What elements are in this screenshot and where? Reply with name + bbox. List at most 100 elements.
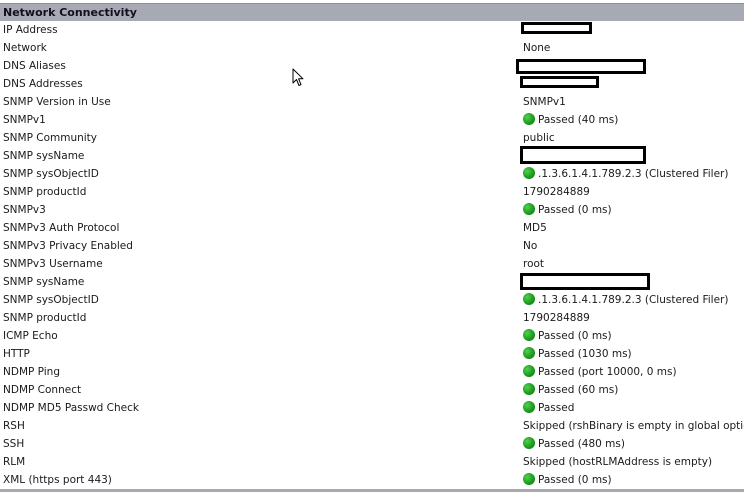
row-value: 1790284889 xyxy=(523,312,590,324)
table-row: Network None xyxy=(0,39,744,57)
row-value-wrap: .1.3.6.1.4.1.789.2.3 (Clustered Filer) xyxy=(523,167,729,180)
row-value: None xyxy=(523,42,551,54)
row-value-wrap: Passed (0 ms) xyxy=(523,329,612,342)
row-value: SNMPv1 xyxy=(523,96,566,108)
row-value-wrap: Passed xyxy=(523,401,575,414)
green-status-dot-icon xyxy=(523,113,535,125)
row-value: Passed (1030 ms) xyxy=(538,348,632,360)
green-status-dot-icon xyxy=(523,473,535,485)
row-value: .1.3.6.1.4.1.789.2.3 (Clustered Filer) xyxy=(538,294,729,306)
row-value-wrap: Passed (0 ms) xyxy=(523,473,612,486)
table-row: SNMPv3 Passed (0 ms) xyxy=(0,201,744,219)
table-row: SNMP sysName xyxy=(0,273,744,291)
row-value: Skipped (hostRLMAddress is empty) xyxy=(523,456,713,468)
green-status-dot-icon xyxy=(523,347,535,359)
row-value: MD5 xyxy=(523,222,547,234)
table-row: DNS Addresses xyxy=(0,75,744,93)
green-status-dot-icon xyxy=(523,293,535,305)
row-value: Passed (40 ms) xyxy=(538,114,619,126)
mouse-pointer-icon xyxy=(292,68,304,86)
row-label: SNMP productId xyxy=(3,186,87,198)
row-value: Passed (0 ms) xyxy=(538,330,612,342)
table-row: SSH Passed (480 ms) xyxy=(0,435,744,453)
row-label: Network xyxy=(3,42,47,54)
row-value-wrap: Passed (40 ms) xyxy=(523,113,619,126)
table-row: RSH Skipped (rshBinary is empty in globa… xyxy=(0,417,744,435)
row-label: SNMP Version in Use xyxy=(3,96,111,108)
section-title: Network Connectivity xyxy=(3,6,137,19)
green-status-dot-icon xyxy=(523,437,535,449)
row-label: ICMP Echo xyxy=(3,330,58,342)
row-label: RSH xyxy=(3,420,25,432)
row-label: SNMPv3 xyxy=(3,204,46,216)
table-row: SNMP Community public xyxy=(0,129,744,147)
row-label: SNMP sysName xyxy=(3,150,85,162)
green-status-dot-icon xyxy=(523,329,535,341)
table-row: ICMP Echo Passed (0 ms) xyxy=(0,327,744,345)
row-value-wrap: Passed (port 10000, 0 ms) xyxy=(523,365,677,378)
redaction-box xyxy=(521,22,592,34)
row-label: SSH xyxy=(3,438,25,450)
row-value: Passed (480 ms) xyxy=(538,438,625,450)
redaction-box xyxy=(516,59,646,74)
row-label: SNMPv3 Auth Protocol xyxy=(3,222,120,234)
row-label: HTTP xyxy=(3,348,30,360)
row-value: 1790284889 xyxy=(523,186,590,198)
row-value: Skipped (rshBinary is empty in global op… xyxy=(523,420,744,432)
row-label: SNMP productId xyxy=(3,312,87,324)
table-row: SNMP productId 1790284889 xyxy=(0,183,744,201)
row-value-wrap: Passed (1030 ms) xyxy=(523,347,632,360)
row-label: IP Address xyxy=(3,24,58,36)
row-value-wrap: .1.3.6.1.4.1.789.2.3 (Clustered Filer) xyxy=(523,293,729,306)
table-row: NDMP MD5 Passwd Check Passed xyxy=(0,399,744,417)
row-label: SNMPv3 Privacy Enabled xyxy=(3,240,133,252)
green-status-dot-icon xyxy=(523,167,535,179)
row-value: .1.3.6.1.4.1.789.2.3 (Clustered Filer) xyxy=(538,168,729,180)
row-value: Passed (0 ms) xyxy=(538,204,612,216)
table-row: IP Address xyxy=(0,21,744,39)
row-label: SNMP Community xyxy=(3,132,98,144)
table-row: SNMPv3 Privacy Enabled No xyxy=(0,237,744,255)
row-label: NDMP MD5 Passwd Check xyxy=(3,402,139,414)
table-row: SNMPv1 Passed (40 ms) xyxy=(0,111,744,129)
table-row: SNMPv3 Username root xyxy=(0,255,744,273)
row-value-wrap: Passed (60 ms) xyxy=(523,383,618,396)
row-value: Passed xyxy=(538,402,575,414)
table-row: NDMP Ping Passed (port 10000, 0 ms) xyxy=(0,363,744,381)
green-status-dot-icon xyxy=(523,401,535,413)
redaction-box xyxy=(520,76,599,88)
table-row: SNMP sysObjectID .1.3.6.1.4.1.789.2.3 (C… xyxy=(0,165,744,183)
table-row: SNMPv3 Auth Protocol MD5 xyxy=(0,219,744,237)
row-label: NDMP Ping xyxy=(3,366,61,378)
table-row: NDMP Connect Passed (60 ms) xyxy=(0,381,744,399)
row-label: SNMPv1 xyxy=(3,114,46,126)
green-status-dot-icon xyxy=(523,203,535,215)
table-row: SNMP productId 1790284889 xyxy=(0,309,744,327)
redaction-box xyxy=(520,273,650,290)
row-value: Passed (0 ms) xyxy=(538,474,612,486)
row-value-wrap: Passed (480 ms) xyxy=(523,437,625,450)
row-label: SNMP sysObjectID xyxy=(3,294,99,306)
row-value: root xyxy=(523,258,545,270)
row-label: DNS Aliases xyxy=(3,60,66,72)
row-label: SNMP sysName xyxy=(3,276,85,288)
table-row: SNMP sysName xyxy=(0,146,744,165)
table-row: XML (https port 443) Passed (0 ms) xyxy=(0,471,744,489)
row-value: public xyxy=(523,132,555,144)
row-label: DNS Addresses xyxy=(3,78,83,90)
table-row: SNMP sysObjectID .1.3.6.1.4.1.789.2.3 (C… xyxy=(0,291,744,309)
row-value: No xyxy=(523,240,538,252)
connectivity-table: IP Address Network None DNS Aliases DNS … xyxy=(0,21,744,489)
green-status-dot-icon xyxy=(523,365,535,377)
row-label: SNMPv3 Username xyxy=(3,258,103,270)
table-row: RLM Skipped (hostRLMAddress is empty) xyxy=(0,453,744,471)
row-label: XML (https port 443) xyxy=(3,474,112,486)
table-row: SNMP Version in Use SNMPv1 xyxy=(0,93,744,111)
table-row: DNS Aliases xyxy=(0,57,744,75)
row-value: Passed (port 10000, 0 ms) xyxy=(538,366,677,378)
table-row: HTTP Passed (1030 ms) xyxy=(0,345,744,363)
green-status-dot-icon xyxy=(523,383,535,395)
row-value-wrap: Passed (0 ms) xyxy=(523,203,612,216)
section-header: Network Connectivity xyxy=(0,3,744,21)
row-label: SNMP sysObjectID xyxy=(3,168,99,180)
